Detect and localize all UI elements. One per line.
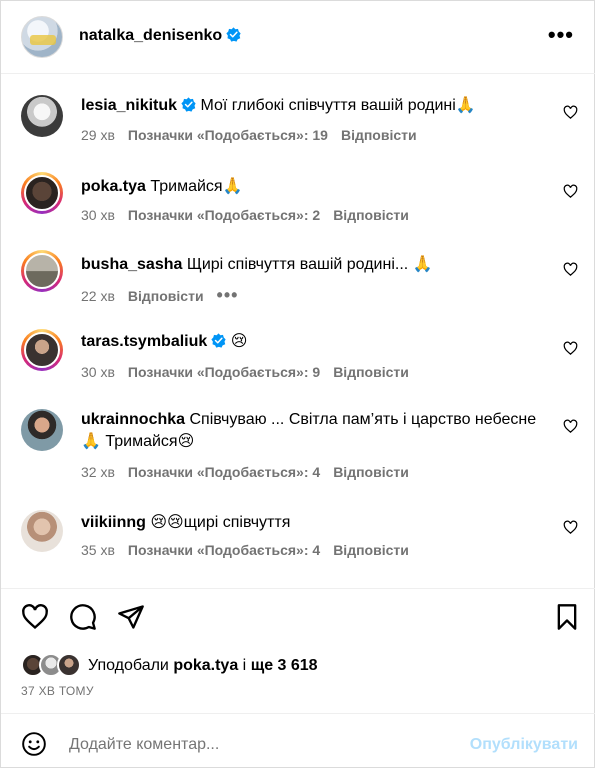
comment-meta: 30 хв Позначки «Подобається»: 2 Відповісти [81,207,422,223]
comment-time[interactable]: 30 хв [81,207,115,223]
liked-by-user[interactable]: poka.tya [173,657,238,674]
comment-time[interactable]: 29 хв [81,127,115,143]
author-username-row[interactable]: natalka_denisenko [79,27,241,45]
liked-by-middle: і [238,657,251,674]
reply-button[interactable]: Відповісти [333,464,409,480]
commenter-username[interactable]: viikiinng [81,514,146,531]
comment-meta: 32 хв Позначки «Подобається»: 4 Відповісти [81,464,422,480]
comment-likes-count[interactable]: Позначки «Подобається»: 19 [128,127,328,143]
comment-likes-count[interactable]: Позначки «Подобається»: 2 [128,207,320,223]
comment-bubble-icon[interactable] [69,603,97,631]
author-avatar[interactable] [21,16,63,58]
post-panel: natalka_denisenko ••• lesia_nikituk Мої … [0,0,595,768]
commenter-avatar[interactable] [21,172,63,214]
verified-badge-icon [181,97,196,112]
comment-likes-count[interactable]: Позначки «Подобається»: 4 [128,542,320,558]
comment-input[interactable] [69,736,449,754]
comment-text-row: viikiinng 😢😢щирі співчуття [81,512,551,534]
comment-time[interactable]: 32 хв [81,464,115,480]
comment-time[interactable]: 30 хв [81,364,115,380]
add-comment-bar: Опублікувати [1,713,595,768]
commenter-avatar[interactable] [21,329,63,371]
comment-text-row: lesia_nikituk Мої глибокі співчуття ваші… [81,95,551,117]
like-comment-heart-icon[interactable] [563,419,578,434]
like-comment-heart-icon[interactable] [563,341,578,356]
comment-text-row: ukrainnochka Співчуваю ... Світла пам’ят… [81,409,551,453]
reply-button[interactable]: Відповісти [341,127,417,143]
publish-button[interactable]: Опублікувати [470,736,578,754]
verified-badge-icon [211,333,226,348]
commenter-avatar[interactable] [21,510,63,552]
like-comment-heart-icon[interactable] [563,520,578,535]
comment-meta: 35 хв Позначки «Подобається»: 4 Відповісти [81,542,422,558]
reply-button[interactable]: Відповісти [333,364,409,380]
commenter-avatar[interactable] [21,409,63,451]
commenter-username[interactable]: busha_sasha [81,256,182,273]
commenter-username[interactable]: taras.tsymbaliuk [81,333,207,350]
comment-likes-count[interactable]: Позначки «Подобається»: 9 [128,364,320,380]
post-header: natalka_denisenko ••• [1,1,595,74]
share-paper-plane-icon[interactable] [117,603,145,631]
comment-text: 😢😢щирі співчуття [150,514,291,531]
reply-button[interactable]: Відповісти [333,207,409,223]
comment-text: Щирі співчуття вашій родині... 🙏 [186,256,433,273]
more-options-icon[interactable]: ••• [548,24,574,46]
commenter-username[interactable]: lesia_nikituk [81,97,177,114]
comment-meta: 22 хв Відповісти ••• [81,285,251,306]
verified-badge-icon [226,27,241,42]
comment-time[interactable]: 35 хв [81,542,115,558]
liked-by-text: Уподобали poka.tya і ще 3 618 [88,657,318,675]
commenter-avatar[interactable] [21,250,63,292]
comment-text: 😢 [230,333,248,350]
like-comment-heart-icon[interactable] [563,184,578,199]
reply-button[interactable]: Відповісти [333,542,409,558]
author-username[interactable]: natalka_denisenko [79,27,222,44]
liked-by-count[interactable]: ще 3 618 [251,657,318,674]
liked-by-prefix: Уподобали [88,657,174,674]
save-bookmark-icon[interactable] [553,603,581,631]
comment-meta: 30 хв Позначки «Подобається»: 9 Відповісти [81,364,422,380]
commenter-username[interactable]: poka.tya [81,178,146,195]
like-comment-heart-icon[interactable] [563,262,578,277]
comment-likes-count[interactable]: Позначки «Подобається»: 4 [128,464,320,480]
comment-time[interactable]: 22 хв [81,288,115,304]
liker-avatar [57,653,81,677]
reply-button[interactable]: Відповісти [128,288,204,304]
comment-text: Мої глибокі співчуття вашій родині🙏 [200,97,476,114]
comment-text-row: taras.tsymbaliuk 😢 [81,331,551,353]
post-time-ago[interactable]: 37 ХВ ТОМУ [21,684,94,698]
comment-text-row: busha_sasha Щирі співчуття вашій родині.… [81,254,551,276]
commenter-username[interactable]: ukrainnochka [81,411,185,428]
like-comment-heart-icon[interactable] [563,105,578,120]
post-action-bar [1,588,595,648]
comment-more-options-icon[interactable]: ••• [217,285,239,305]
comment-text-row: poka.tya Тримайся🙏 [81,176,551,198]
comment-meta: 29 хв Позначки «Подобається»: 19 Відповіст… [81,127,430,143]
like-heart-icon[interactable] [21,603,49,631]
emoji-picker-icon[interactable] [21,731,47,757]
comment-text: Тримайся🙏 [150,178,243,195]
commenter-avatar[interactable] [21,95,63,137]
